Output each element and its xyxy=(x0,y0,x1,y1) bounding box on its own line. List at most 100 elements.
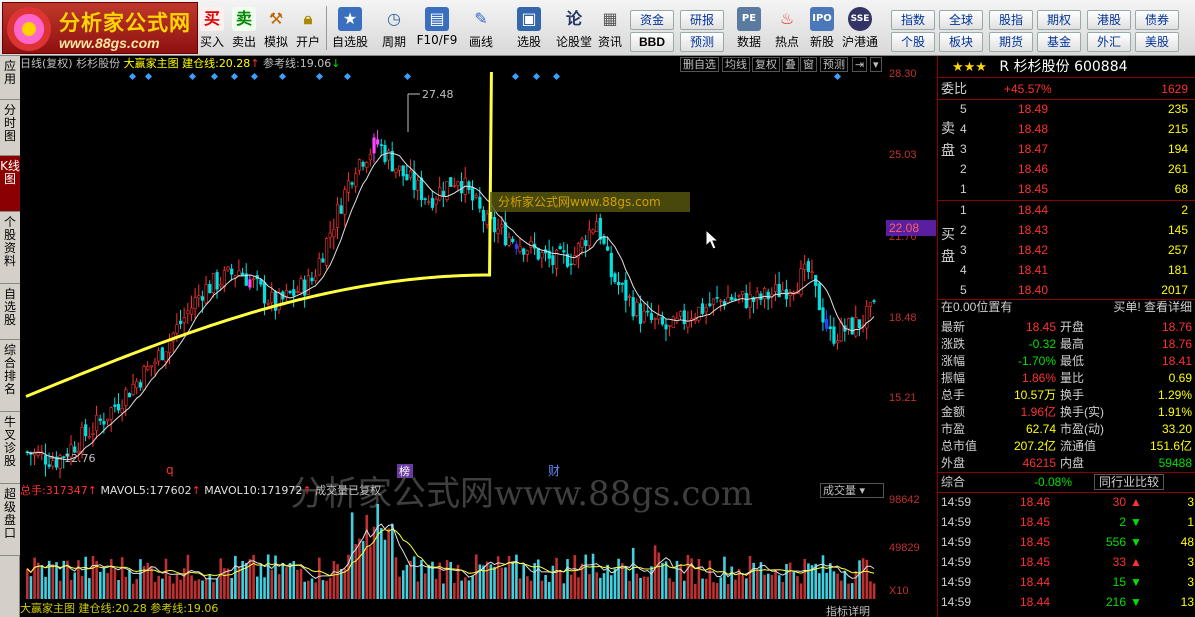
research-button[interactable]: 研报 xyxy=(680,10,724,30)
stocks-button[interactable]: 个股 xyxy=(891,32,935,52)
candle-body xyxy=(51,460,55,467)
options-button[interactable]: 期权 xyxy=(1037,10,1081,30)
stat-label: 市盈 xyxy=(941,422,966,436)
kline-chart[interactable]: 27.48 12.76 分析家公式网www.88gs.com q 榜 财 xyxy=(20,72,886,483)
volume-bar xyxy=(55,562,58,599)
draw-button[interactable]: ✎ 画线 xyxy=(464,3,498,53)
document-icon: ▦ xyxy=(602,9,618,28)
level: 4 xyxy=(960,263,967,277)
global-button[interactable]: 全球 xyxy=(939,10,983,30)
candle-body xyxy=(142,366,146,391)
ma-button[interactable]: 均线 xyxy=(722,57,750,72)
candle-body xyxy=(310,277,314,282)
fund-button[interactable]: 基金 xyxy=(1037,32,1081,52)
volume-bar xyxy=(533,563,536,599)
candle-body xyxy=(299,278,303,293)
overlay-button[interactable]: 叠 xyxy=(782,57,799,72)
volume-bar xyxy=(69,579,73,599)
hot-button[interactable]: ♨ 热点 xyxy=(770,3,804,53)
forum-button[interactable]: 论论股堂 xyxy=(556,3,592,53)
tab-apps[interactable]: 应用 xyxy=(0,56,20,100)
open-account-button[interactable]: 🔒︎ 开户 xyxy=(294,3,322,53)
candle-body xyxy=(211,273,216,294)
sell-row: 4 18.48 215 xyxy=(938,120,1195,138)
industry-compare-button[interactable]: 同行业比较 xyxy=(1094,474,1165,490)
candle-body xyxy=(350,182,354,185)
volume-bar xyxy=(566,559,569,599)
candle-body xyxy=(43,455,48,465)
sector-button[interactable]: 板块 xyxy=(939,32,983,52)
volume-bar xyxy=(745,578,748,599)
trade-detail-link[interactable]: 买单! 查看详细 xyxy=(1113,298,1192,316)
volume-bar xyxy=(299,568,303,599)
volume-bar xyxy=(522,564,525,599)
bbd-button[interactable]: BBD xyxy=(630,32,674,52)
sell-button[interactable]: 卖卖出 xyxy=(230,3,258,53)
tab-kline[interactable]: K线图 xyxy=(0,156,20,212)
fq-button[interactable]: 复权 xyxy=(752,57,780,72)
volume-bar xyxy=(672,581,675,599)
f10-button[interactable]: ▤ F10/F9 xyxy=(416,3,458,53)
volume-bar xyxy=(325,580,328,599)
volume-bar xyxy=(839,580,843,599)
tab-diagnose[interactable]: 牛叉诊股 xyxy=(0,412,20,484)
volume-bar xyxy=(449,561,452,599)
brand-logo: 分析家公式网 www.88gs.com xyxy=(2,2,198,54)
volume-bar xyxy=(726,583,730,599)
q-marker: q xyxy=(166,463,174,477)
info-button[interactable]: ▦ 资讯 xyxy=(596,3,624,53)
candle-body xyxy=(175,324,179,334)
volume-bar xyxy=(266,554,270,599)
level: 3 xyxy=(960,142,967,156)
volume-dropdown[interactable]: 成交量 ▾ xyxy=(820,483,884,498)
forex-button[interactable]: 外汇 xyxy=(1087,32,1131,52)
stat-row: 涨跌 -0.32 最高 18.76 xyxy=(938,335,1195,353)
candle-body xyxy=(252,278,256,281)
forecast-button[interactable]: 预测 xyxy=(680,32,724,52)
tab-watchlist[interactable]: 自选股 xyxy=(0,284,20,340)
volume-bar xyxy=(460,580,463,599)
hk-connect-button[interactable]: SSE 沪港通 xyxy=(840,3,880,53)
volume-bar xyxy=(113,568,117,599)
volume-bar xyxy=(500,567,504,599)
bond-button[interactable]: 债券 xyxy=(1135,10,1179,30)
stat-row: 振幅 1.86% 量比 0.69 xyxy=(938,369,1195,387)
composite-row: 综合 -0.08% 同行业比较 xyxy=(938,473,1195,491)
chart-menu-icon[interactable]: ▾ xyxy=(870,57,882,72)
candle-body xyxy=(653,318,657,320)
futures-button[interactable]: 期货 xyxy=(989,32,1033,52)
candle-body xyxy=(303,279,307,296)
index-button[interactable]: 指数 xyxy=(891,10,935,30)
period-button[interactable]: ◷ 周期 xyxy=(376,3,412,53)
simulate-button[interactable]: ⚒ 模拟 xyxy=(262,3,290,53)
us-stock-button[interactable]: 美股 xyxy=(1135,32,1179,52)
tab-ranking[interactable]: 综合排名 xyxy=(0,340,20,412)
hk-stock-button[interactable]: 港股 xyxy=(1087,10,1131,30)
indicator-detail-button[interactable]: 指标详明 xyxy=(826,603,870,617)
data-button[interactable]: PE 数据 xyxy=(732,3,766,53)
volume-bar xyxy=(401,570,405,599)
candle-body xyxy=(124,389,128,406)
lock-icon: 🔒︎ xyxy=(303,9,313,28)
expand-icon[interactable]: ⇥ xyxy=(852,57,868,72)
volume: 2017 xyxy=(1161,283,1188,297)
level: 1 xyxy=(960,182,967,196)
new-stock-button[interactable]: IPO 新股 xyxy=(806,3,838,53)
vol-axis-scale: X10 xyxy=(889,585,909,597)
window-button[interactable]: 窗 xyxy=(800,57,817,72)
buy-row: 2 18.43 145 xyxy=(938,221,1195,239)
buy-button[interactable]: 买买入 xyxy=(200,3,224,53)
volume-chart[interactable] xyxy=(20,499,886,599)
funds-button[interactable]: 资金 xyxy=(630,10,674,30)
stock-select-button[interactable]: ▣ 选股 xyxy=(508,3,550,53)
candle-body xyxy=(197,295,201,299)
stock-index-button[interactable]: 股指 xyxy=(989,10,1033,30)
candle-body xyxy=(102,421,106,425)
volume: 215 xyxy=(1167,122,1188,136)
forecast-chart-button[interactable]: 预测 xyxy=(820,57,848,72)
remove-watchlist-button[interactable]: 删自选 xyxy=(680,57,719,72)
tab-stock-info[interactable]: 个股资料 xyxy=(0,212,20,284)
tab-super-handicap[interactable]: 超级盘口 xyxy=(0,484,20,556)
tab-timeshare[interactable]: 分时图 xyxy=(0,100,20,156)
watchlist-button[interactable]: ★ 自选股 xyxy=(330,3,370,53)
